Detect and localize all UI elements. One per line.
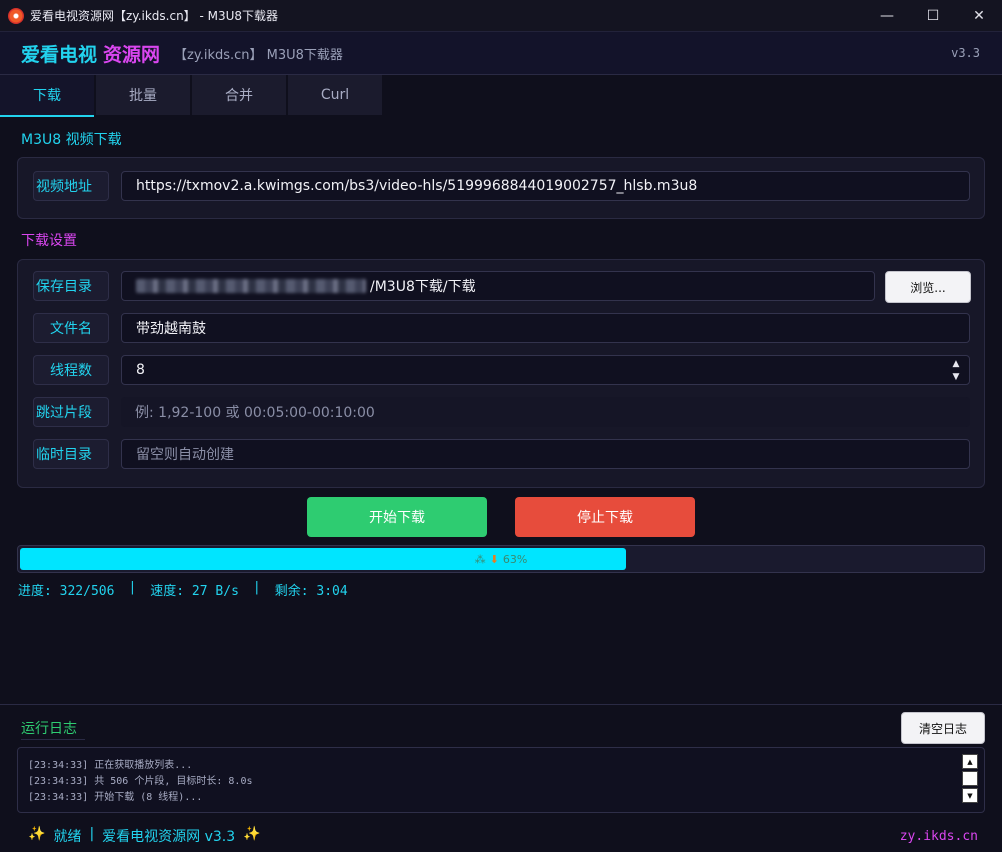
stat-separator: | [128,580,137,595]
log-scrollbar[interactable]: ▲ ▼ [962,754,978,806]
skip-segments-input[interactable]: 例: 1,92-100 或 00:05:00-00:10:00 [121,397,970,427]
tab-batch[interactable]: 批量 [96,75,190,115]
download-stats: 进度: 322/506 | 速度: 27 B/s | 剩余: 3:04 [18,580,348,599]
sparkle-icon: ✨ [243,826,261,842]
sparkle-icon: ⁂ [474,552,486,566]
stat-speed: 速度: 27 B/s [150,584,239,599]
spin-down-icon[interactable]: ▼ [945,370,967,383]
progress-percent: 63% [502,552,528,566]
scroll-thumb[interactable] [962,771,978,786]
clear-log-button[interactable]: 清空日志 [901,712,985,744]
window-titlebar: 爱看电视资源网【zy.ikds.cn】 - M3U8下载器 — ☐ ✕ [0,0,1002,32]
scroll-up-icon[interactable]: ▲ [962,754,978,769]
brand-name-part1: 爱看电视 [21,43,98,66]
tab-bar: 下载 批量 合并 Curl [0,75,384,117]
log-line: [23:34:33] 正在获取播放列表... [28,760,193,771]
app-icon [8,7,24,24]
download-arrow-icon: ⬇ [489,552,499,566]
stat-progress: 进度: 322/506 [18,584,115,599]
brand-name-part2: 资源网 [103,43,161,66]
log-title-underline [21,739,85,740]
status-app-name: 爱看电视资源网 v3.3 [102,829,236,845]
temp-dir-label: 临时目录 [33,439,109,469]
threads-spinbox[interactable]: 8 ▲ ▼ [121,355,970,385]
spin-up-icon[interactable]: ▲ [945,357,967,370]
window-controls: — ☐ ✕ [864,0,1002,31]
filename-label: 文件名 [33,313,109,343]
video-url-panel: 视频地址 https://txmov2.a.kwimgs.com/bs3/vid… [17,157,985,219]
close-button[interactable]: ✕ [956,0,1002,31]
sparkle-icon: ✨ [28,826,46,842]
log-line: [23:34:33] 开始下载 (8 线程)... [28,792,203,803]
tab-download[interactable]: 下载 [0,75,94,117]
settings-panel: 保存目录 /M3U8下载/下载 浏览... 文件名 带劲越南鼓 线程数 8 ▲ … [17,259,985,488]
threads-value: 8 [136,362,145,378]
redacted-path [136,279,366,293]
video-section-title: M3U8 视频下载 [21,132,122,148]
status-separator: | [89,826,95,842]
status-bar: ✨ 就绪 | 爱看电视资源网 v3.3 ✨ zy.ikds.cn [0,820,1002,852]
stat-separator: | [252,580,261,595]
status-site: zy.ikds.cn [899,828,978,844]
status-left: ✨ 就绪 | 爱看电视资源网 v3.3 ✨ [28,826,261,846]
download-progress-bar: ⁂ ⬇ 63% [17,545,985,573]
header-subtitle: 【zy.ikds.cn】 M3U8下载器 [174,47,343,63]
scroll-down-icon[interactable]: ▼ [962,788,978,803]
maximize-button[interactable]: ☐ [910,0,956,31]
threads-spinner: ▲ ▼ [945,357,967,383]
video-url-label: 视频地址 [33,171,109,201]
progress-label: ⁂ ⬇ 63% [18,546,984,572]
temp-dir-input[interactable]: 留空则自动创建 [121,439,970,469]
save-dir-input[interactable]: /M3U8下载/下载 [121,271,875,301]
window-title: 爱看电视资源网【zy.ikds.cn】 - M3U8下载器 [30,9,279,23]
app-header: 爱看电视 资源网 【zy.ikds.cn】 M3U8下载器 v3.3 [0,32,1002,75]
log-divider [0,704,1002,705]
save-dir-label: 保存目录 [33,271,109,301]
stat-remaining: 剩余: 3:04 [274,584,348,599]
skip-segments-label: 跳过片段 [33,397,109,427]
filename-input[interactable]: 带劲越南鼓 [121,313,970,343]
video-url-input[interactable]: https://txmov2.a.kwimgs.com/bs3/video-hl… [121,171,970,201]
version-label: v3.3 [951,46,980,60]
save-dir-value: /M3U8下载/下载 [370,279,476,295]
tab-merge[interactable]: 合并 [192,75,286,115]
log-line: [23:34:33] 共 506 个片段, 目标时长: 8.0s [28,776,253,787]
browse-button[interactable]: 浏览... [885,271,971,303]
start-download-button[interactable]: 开始下载 [307,497,487,537]
log-title: 运行日志 [21,721,77,737]
log-output[interactable]: [23:34:33] 正在获取播放列表... [23:34:33] 共 506 … [17,747,985,813]
threads-label: 线程数 [33,355,109,385]
stop-download-button[interactable]: 停止下载 [515,497,695,537]
status-ready: 就绪 [53,829,82,845]
settings-section-title: 下载设置 [21,233,77,249]
minimize-button[interactable]: — [864,0,910,31]
tab-curl[interactable]: Curl [288,75,382,115]
